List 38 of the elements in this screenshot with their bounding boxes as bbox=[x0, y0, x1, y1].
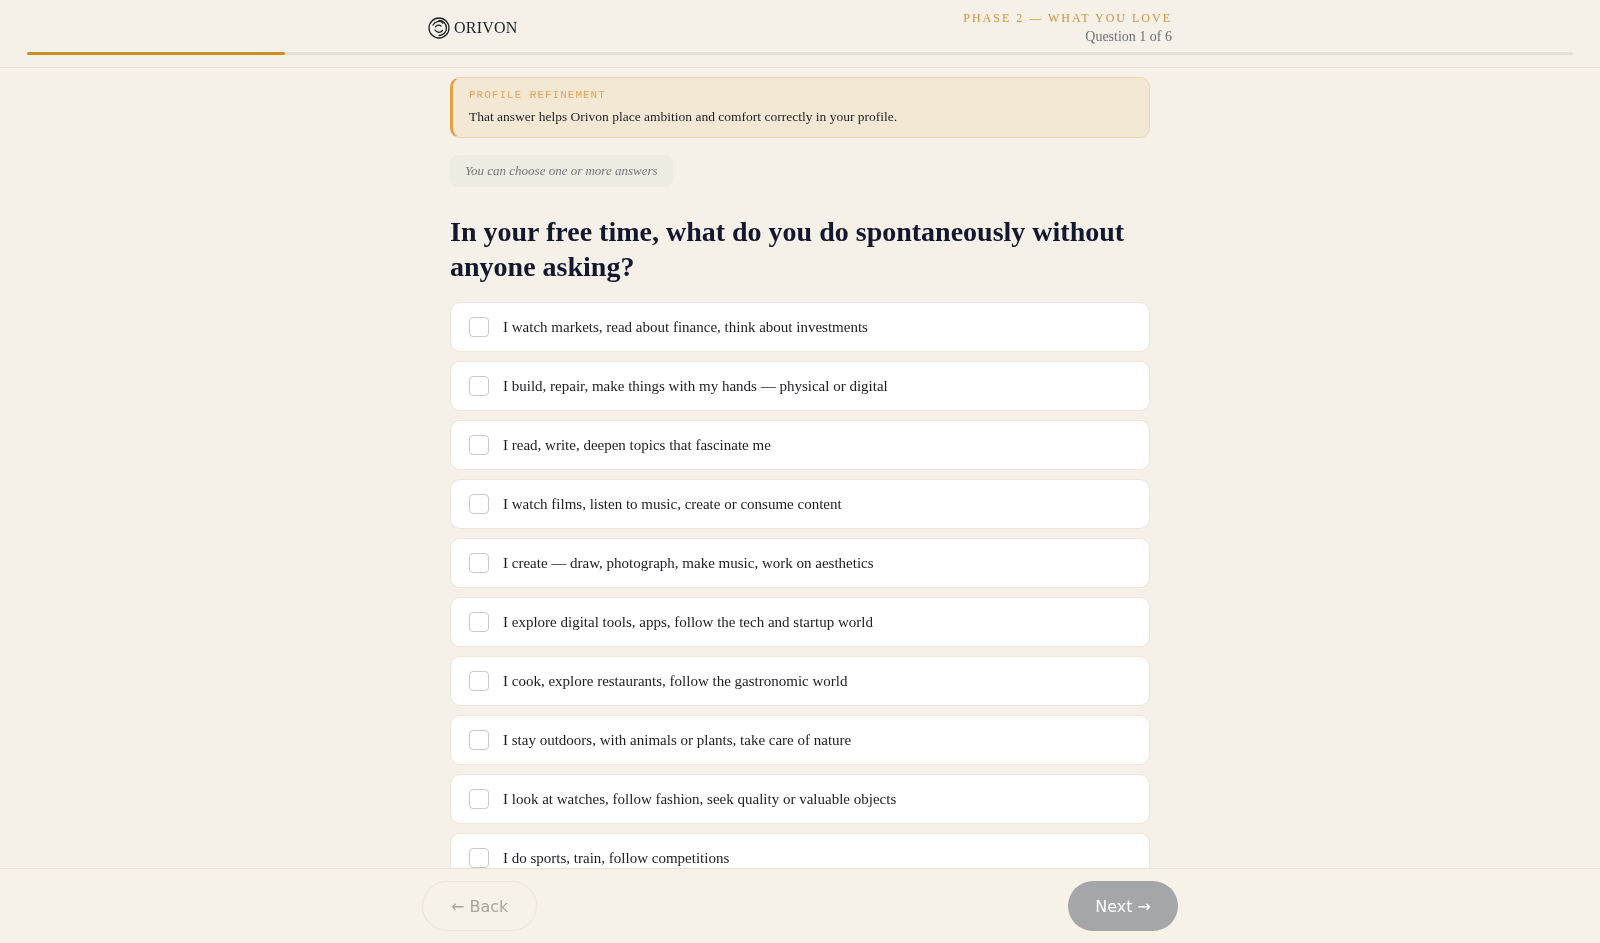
answer-option[interactable]: I watch films, listen to music, create or consume content bbox=[450, 479, 1150, 529]
notice-label: PROFILE REFINEMENT bbox=[469, 88, 607, 102]
checkbox[interactable] bbox=[469, 730, 489, 750]
option-label: I build, repair, make things with my hands — physical or digital bbox=[503, 377, 888, 396]
option-label: I read, write, deepen topics that fascinate me bbox=[503, 436, 771, 455]
checkbox[interactable] bbox=[469, 317, 489, 337]
phase-label: PHASE 2 — WHAT YOU LOVE bbox=[963, 11, 1172, 26]
question-title: In your free time, what do you do spontaneously without anyone asking? bbox=[450, 215, 1126, 284]
option-label: I create — draw, photograph, make music, work on aesthetics bbox=[503, 554, 874, 573]
checkbox[interactable] bbox=[469, 671, 489, 691]
answer-option[interactable]: I build, repair, make things with my hands — physical or digital bbox=[450, 361, 1150, 411]
checkbox[interactable] bbox=[469, 494, 489, 514]
answer-option[interactable]: I read, write, deepen topics that fascinate me bbox=[450, 420, 1150, 470]
option-label: I stay outdoors, with animals or plants, take care of nature bbox=[503, 731, 852, 750]
answer-option[interactable]: I stay outdoors, with animals or plants, take care of nature bbox=[450, 715, 1150, 765]
checkbox[interactable] bbox=[469, 553, 489, 573]
option-label: I look at watches, follow fashion, seek quality or valuable objects bbox=[503, 790, 897, 809]
checkbox[interactable] bbox=[469, 848, 489, 868]
answer-option[interactable]: I look at watches, follow fashion, seek quality or valuable objects bbox=[450, 774, 1150, 824]
notice-text: That answer helps Orivon place ambition and comfort correctly in your profile. bbox=[469, 108, 899, 126]
spiral-logo-icon bbox=[428, 17, 450, 39]
answer-option[interactable]: I cook, explore restaurants, follow the gastronomic world bbox=[450, 656, 1150, 706]
option-label: I watch films, listen to music, create or consume content bbox=[503, 495, 842, 514]
checkbox[interactable] bbox=[469, 376, 489, 396]
answer-option[interactable]: I create — draw, photograph, make music, work on aesthetics bbox=[450, 538, 1150, 588]
checkbox[interactable] bbox=[469, 612, 489, 632]
checkbox[interactable] bbox=[469, 789, 489, 809]
option-label: I watch markets, read about finance, think about investments bbox=[503, 318, 868, 337]
option-label: I explore digital tools, apps, follow the tech and startup world bbox=[503, 613, 873, 632]
checkbox[interactable] bbox=[469, 435, 489, 455]
question-counter: Question 1 of 6 bbox=[1085, 28, 1172, 45]
answer-option[interactable]: I watch markets, read about finance, think about investments bbox=[450, 302, 1150, 352]
option-label: I do sports, train, follow competitions bbox=[503, 849, 730, 868]
answer-option[interactable]: I do sports, train, follow competitions bbox=[450, 833, 1150, 868]
answer-option[interactable]: I explore digital tools, apps, follow the tech and startup world bbox=[450, 597, 1150, 647]
hint-text: You can choose one or more answers bbox=[450, 155, 673, 187]
option-label: I cook, explore restaurants, follow the gastronomic world bbox=[503, 672, 848, 691]
logo-wordmark: ORIVON bbox=[454, 19, 518, 37]
